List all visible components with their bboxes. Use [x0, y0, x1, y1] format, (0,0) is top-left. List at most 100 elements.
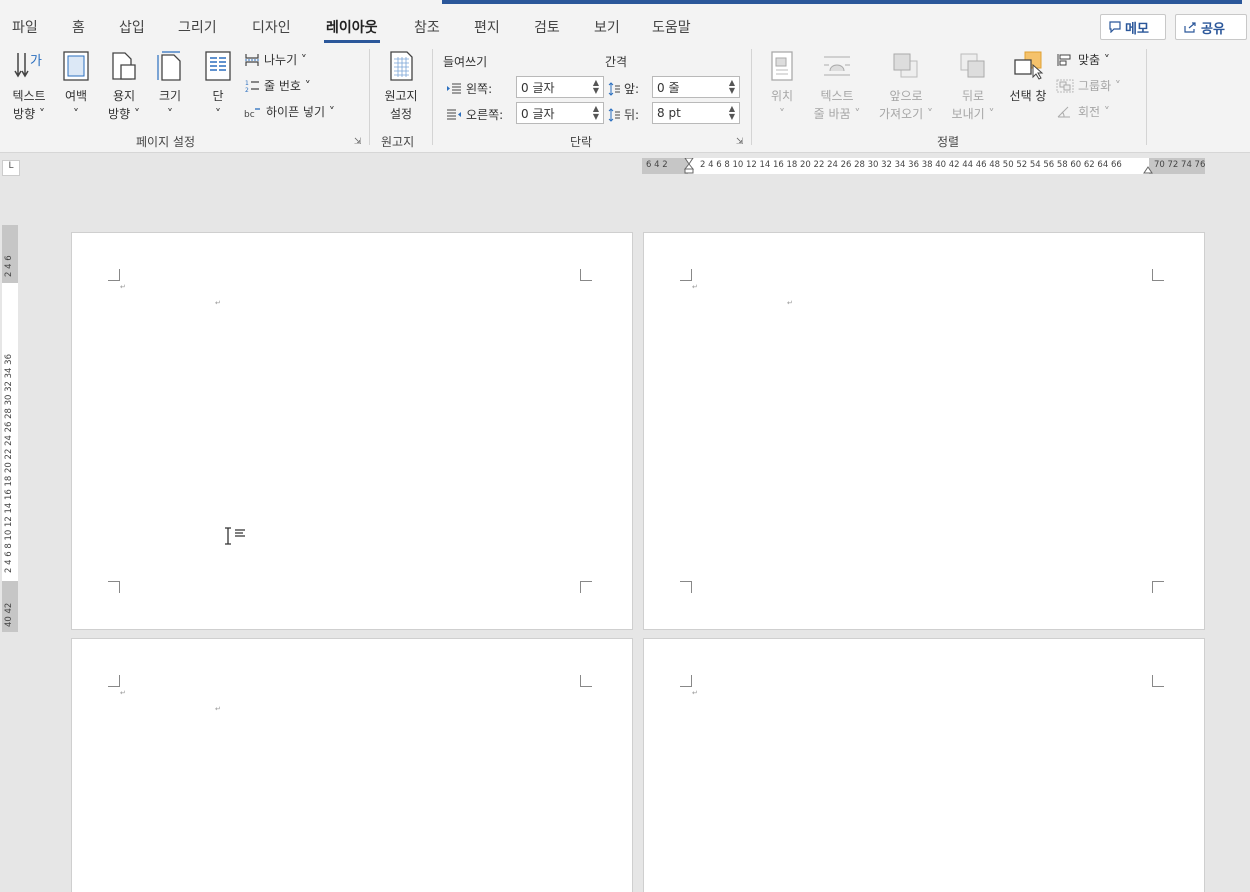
send-backward-label-2: 보내기 ˅ [951, 107, 995, 121]
selection-pane-button[interactable]: 선택 창 [1004, 49, 1052, 105]
tab-help[interactable]: 도움말 [652, 17, 691, 37]
hyphenation-button[interactable]: bc 하이픈 넣기 ˅ [244, 103, 335, 120]
indent-left-value: 0 글자 [521, 80, 555, 95]
spacing-before-label: 앞: [608, 80, 639, 97]
wrap-text-label-2: 줄 바꿈 ˅ [813, 107, 861, 121]
tab-home[interactable]: 홈 [72, 17, 85, 37]
tab-draw[interactable]: 그리기 [178, 17, 217, 37]
orientation-label-1: 용지 [112, 89, 136, 103]
rotate-button[interactable]: 회전 ˅ [1056, 103, 1110, 120]
bring-forward-icon [893, 53, 918, 78]
document-page[interactable]: ↵ [643, 638, 1205, 892]
spinner-arrows-icon[interactable]: ▲ ▼ [729, 105, 735, 121]
position-label: 위치 [770, 89, 794, 103]
tab-selector-corner[interactable]: L [2, 160, 20, 176]
send-backward-icon [960, 53, 985, 78]
breaks-button[interactable]: 나누기 ˅ [244, 51, 307, 68]
group-separator [432, 49, 433, 145]
text-direction-label-2: 방향 ˅ [13, 107, 45, 121]
crop-mark [680, 675, 692, 687]
indent-right-label: 오른쪽: [446, 106, 503, 123]
document-page[interactable]: ↵ ↵ [71, 232, 633, 630]
bring-forward-label-2: 가져오기 ˅ [879, 107, 933, 121]
paragraph-mark-icon: ↵ [787, 299, 793, 307]
paragraph-mark-icon: ↵ [120, 283, 126, 291]
tab-insert[interactable]: 삽입 [119, 17, 145, 37]
indent-right-input[interactable]: 0 글자 ▲ ▼ [516, 102, 604, 124]
position-caret: ˅ [779, 107, 785, 121]
spinner-arrows-icon[interactable]: ▲ ▼ [729, 79, 735, 95]
spinner-arrows-icon[interactable]: ▲ ▼ [593, 79, 599, 95]
spacing-after-value: 8 pt [657, 106, 681, 120]
spacing-before-input[interactable]: 0 줄 ▲ ▼ [652, 76, 740, 98]
wrap-text-label-1: 텍스트 [820, 89, 854, 103]
share-button[interactable]: 공유 [1175, 14, 1247, 40]
text-cursor-icon [225, 527, 245, 545]
margins-button[interactable]: 여백 ˅ [56, 49, 96, 123]
spacing-before-value: 0 줄 [657, 80, 680, 95]
columns-label: 단 [212, 89, 224, 103]
tab-review[interactable]: 검토 [534, 17, 560, 37]
comments-label: 메모 [1125, 21, 1149, 37]
columns-caret: ˅ [215, 107, 221, 121]
align-button[interactable]: 맞춤 ˅ [1056, 51, 1110, 68]
manuscript-settings-button[interactable]: 원고지 설정 [377, 49, 425, 123]
ribbon-tabs: 파일 홈 삽입 그리기 디자인 레이아웃 참조 편지 검토 보기 도움말 메모 … [0, 9, 1250, 45]
rotate-icon [1057, 106, 1070, 117]
crop-mark [580, 581, 592, 593]
tab-mailings[interactable]: 편지 [474, 17, 500, 37]
page-setup-dialog-launcher-icon[interactable]: ⇲ [354, 137, 362, 147]
tab-design[interactable]: 디자인 [252, 17, 291, 37]
group-objects-button[interactable]: 그룹화 ˅ [1056, 77, 1121, 94]
send-backward-label-1: 뒤로 [961, 89, 985, 103]
crop-mark [580, 675, 592, 687]
bring-forward-button[interactable]: 앞으로 가져오기 ˅ [870, 49, 942, 123]
vertical-ruler[interactable]: 2 4 6 2 4 6 8 10 12 14 16 18 20 22 24 26… [2, 225, 18, 632]
tab-layout[interactable]: 레이아웃 [324, 17, 380, 43]
share-label: 공유 [1201, 21, 1225, 37]
document-page[interactable]: ↵ ↵ [71, 638, 633, 892]
comments-button[interactable]: 메모 [1100, 14, 1166, 40]
text-direction-button[interactable]: 가 텍스트 방향 ˅ [6, 49, 52, 123]
right-indent-marker-icon[interactable] [1143, 166, 1153, 174]
group-separator [369, 49, 370, 145]
indent-left-label: 왼쪽: [446, 80, 492, 97]
tab-view[interactable]: 보기 [594, 17, 620, 37]
spacing-after-input[interactable]: 8 pt ▲ ▼ [652, 102, 740, 124]
rotate-label: 회전 ˅ [1078, 105, 1110, 119]
tab-references[interactable]: 참조 [414, 17, 440, 37]
svg-text:1: 1 [245, 80, 249, 87]
orientation-button[interactable]: 용지 방향 ˅ [102, 49, 146, 123]
spinner-arrows-icon[interactable]: ▲ ▼ [593, 105, 599, 121]
comment-icon [1109, 21, 1121, 33]
group-separator [751, 49, 752, 145]
paragraph-dialog-launcher-icon[interactable]: ⇲ [736, 137, 744, 147]
line-numbers-label: 줄 번호 ˅ [264, 79, 311, 93]
size-button[interactable]: 크기 ˅ [150, 49, 190, 123]
ruler-bottom-numbers: 40 42 [4, 602, 14, 627]
indent-left-input[interactable]: 0 글자 ▲ ▼ [516, 76, 604, 98]
wrap-text-button[interactable]: 텍스트 줄 바꿈 ˅ [806, 49, 868, 123]
document-page[interactable]: ↵ ↵ [643, 232, 1205, 630]
line-numbers-button[interactable]: 12 줄 번호 ˅ [244, 77, 311, 94]
horizontal-ruler[interactable]: 6 4 2 2 4 6 8 10 12 14 16 18 20 22 24 26… [642, 158, 1205, 174]
position-button[interactable]: 위치 ˅ [762, 49, 802, 123]
crop-mark [1152, 581, 1164, 593]
columns-button[interactable]: 단 ˅ [198, 49, 238, 123]
send-backward-button[interactable]: 뒤로 보내기 ˅ [944, 49, 1002, 123]
ribbon: 가 텍스트 방향 ˅ 여백 ˅ 용지 방향 ˅ 크기 ˅ 단 ˅ 나누기 ˅ 1… [0, 45, 1250, 153]
ruler-left-numbers: 6 4 2 [646, 160, 668, 170]
selection-pane-label: 선택 창 [1009, 89, 1047, 103]
svg-text:가: 가 [30, 54, 42, 69]
indent-left-icon [447, 83, 461, 93]
indent-marker-icon[interactable] [684, 158, 694, 174]
tab-file[interactable]: 파일 [12, 17, 38, 37]
group-objects-label: 그룹화 ˅ [1078, 79, 1121, 93]
text-direction-icon: 가 [14, 53, 42, 78]
title-bar [0, 0, 1250, 9]
manuscript-icon [390, 51, 413, 81]
crop-mark [580, 269, 592, 281]
align-label: 맞춤 ˅ [1078, 53, 1110, 67]
crop-mark [680, 581, 692, 593]
hyphenation-label: 하이픈 넣기 ˅ [266, 105, 335, 119]
